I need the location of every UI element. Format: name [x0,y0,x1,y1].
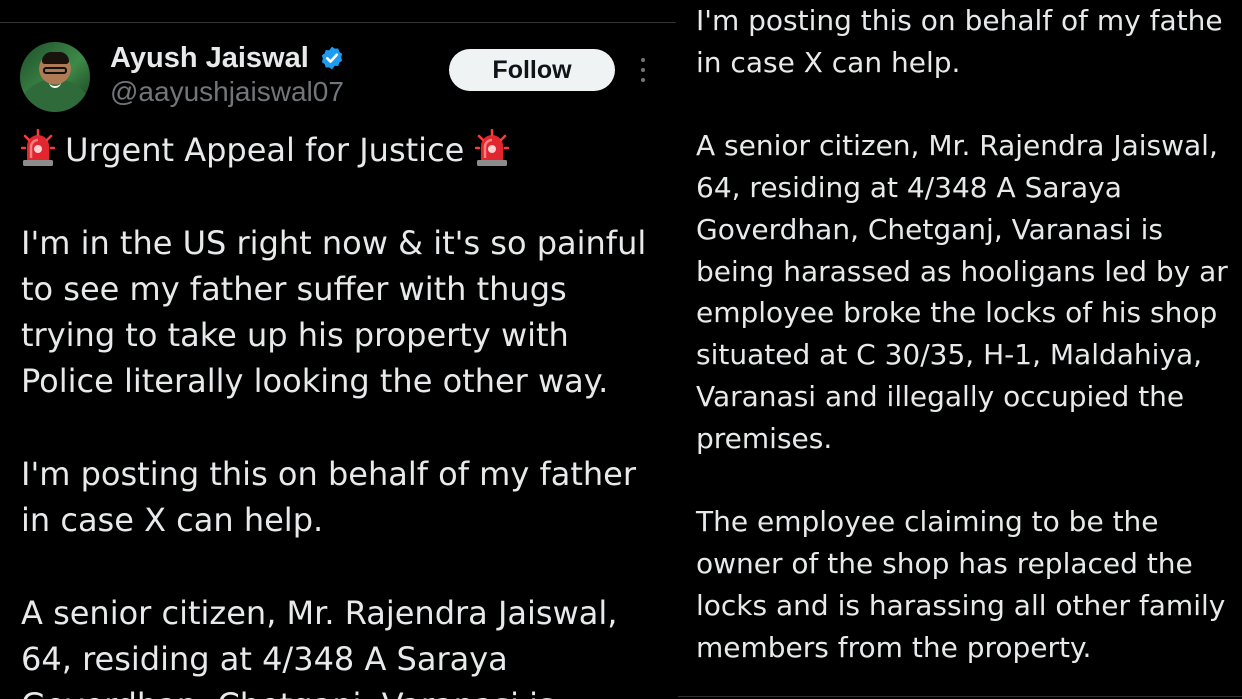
divider [678,696,1242,697]
text-line: premises. [696,421,833,455]
text-line: owner of the shop has replaced the [696,546,1193,580]
divider [0,22,676,23]
tweet-continuation-text: I'm posting this on behalf of my fathe i… [696,0,1242,668]
text-line: 64, residing at 4/348 A Saraya [21,640,508,678]
text-line: members from the property. [696,630,1092,664]
follow-button[interactable]: Follow [449,49,615,91]
avatar[interactable] [20,42,90,112]
text-line: in case X can help. [21,501,324,539]
text-line: Police literally looking the other way. [21,362,609,400]
text-line: employee broke the locks of his shop [696,296,1218,330]
more-options-icon[interactable] [634,58,652,82]
text-line: 64, residing at 4/348 A Saraya [696,170,1122,204]
author-handle[interactable]: @aayushjaiswal07 [110,76,344,108]
text-line: I'm in the US right now & it's so painfu… [21,224,647,262]
author-name[interactable]: Ayush Jaiswal [110,42,309,75]
tweet-title: Urgent Appeal for Justice [21,127,676,173]
police-light-icon [21,129,55,167]
text-line: locks and is harassing all other family [696,588,1226,622]
text-line: I'm posting this on behalf of my fathe [696,4,1223,37]
tweet-text: Urgent Appeal for Justice I'm in the US … [21,127,676,699]
police-light-icon [474,129,509,167]
text-line: in case X can help. [696,45,961,79]
text-line: situated at C 30/35, H-1, Maldahiya, [696,338,1203,372]
text-line: The employee claiming to be the [696,505,1159,539]
text-line: trying to take up his property with [21,316,569,354]
tweet-screenshot-right: I'm posting this on behalf of my fathe i… [678,0,1242,699]
text-line: A senior citizen, Mr. Rajendra Jaiswal, [21,594,618,632]
text-line: I'm posting this on behalf of my father [21,455,636,493]
tweet-title-text: Urgent Appeal for Justice [65,131,465,169]
tweet-screenshot-left: Ayush Jaiswal @aayushjaiswal07 Follow Ur… [0,0,676,699]
text-line: being harassed as hooligans led by ar [696,254,1228,288]
text-line: to see my father suffer with thugs [21,270,567,308]
text-line: Goverdhan, Chetganj, Varanasi is [696,212,1163,246]
text-line: A senior citizen, Mr. Rajendra Jaiswal, [696,129,1218,163]
text-line: Goverdhan, Chetganj, Varanasi is [21,682,676,699]
verified-badge-icon[interactable] [319,45,345,71]
text-line: Varanasi and illegally occupied the [696,379,1185,413]
author-name-row: Ayush Jaiswal [110,38,345,78]
